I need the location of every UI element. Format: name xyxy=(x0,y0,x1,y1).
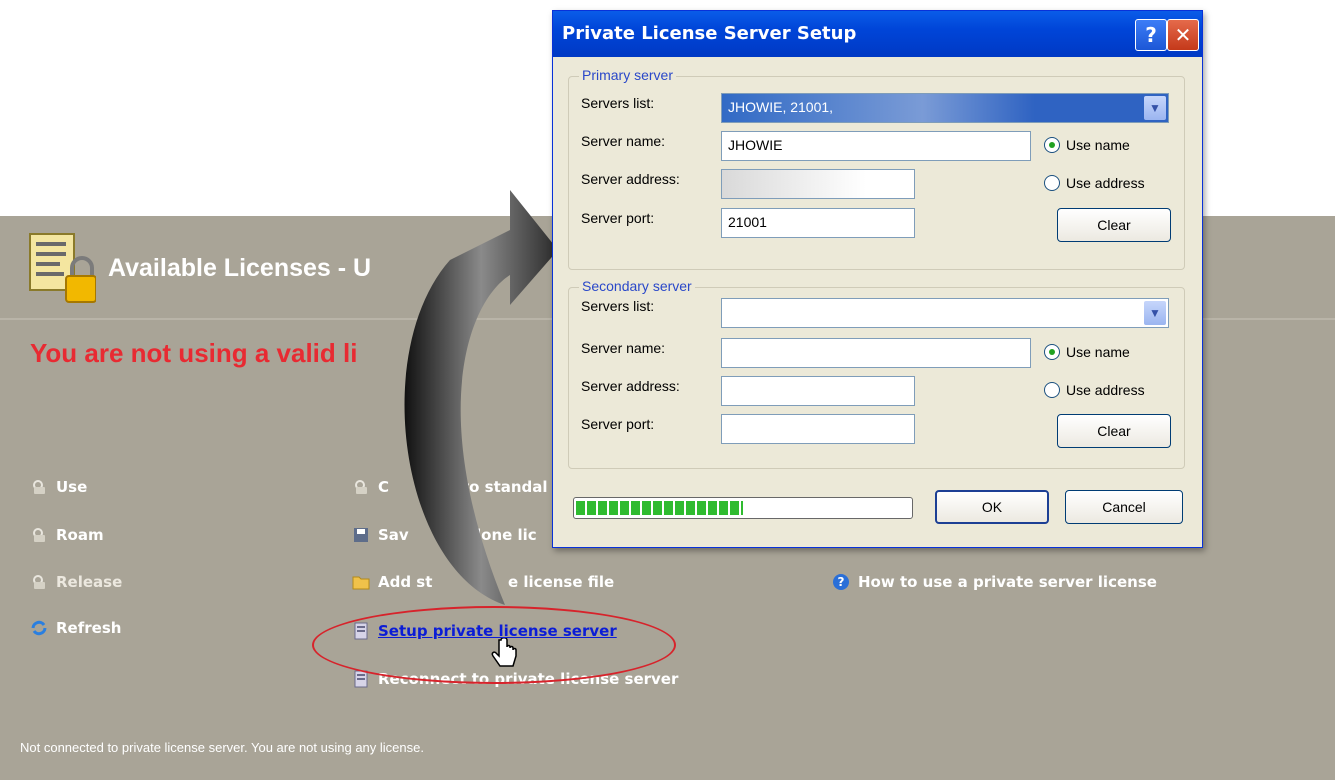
chevron-down-icon[interactable]: ▼ xyxy=(1144,301,1166,325)
refresh-label: Refresh xyxy=(56,619,122,637)
hand-cursor-icon xyxy=(491,638,517,667)
help-icon: ? xyxy=(832,573,850,591)
primary-use-address-label: Use address xyxy=(1066,175,1145,191)
save-icon xyxy=(352,526,370,544)
primary-server-address-field[interactable] xyxy=(721,169,915,199)
secondary-server-group: Secondary server Servers list: ▼ Server … xyxy=(568,278,1185,469)
primary-servers-list-value: JHOWIE, 21001, xyxy=(728,99,834,115)
license-warning[interactable]: You are not using a valid li xyxy=(30,338,357,369)
secondary-server-address-field[interactable] xyxy=(721,376,915,406)
secondary-use-name-label: Use name xyxy=(1066,344,1130,360)
use-label: Use xyxy=(56,478,88,496)
primary-server-address-label: Server address: xyxy=(581,171,680,187)
radio-unchecked-icon xyxy=(1044,382,1060,398)
svg-text:?: ? xyxy=(838,575,845,589)
secondary-server-port-field[interactable] xyxy=(721,414,915,444)
radio-checked-icon xyxy=(1044,137,1060,153)
how-to-label: How to use a private server license xyxy=(858,573,1157,591)
primary-group-label: Primary server xyxy=(579,67,677,83)
roam-action[interactable]: Roam xyxy=(30,526,104,544)
primary-server-group: Primary server Servers list: JHOWIE, 210… xyxy=(568,67,1185,270)
status-text: Not connected to private license server.… xyxy=(20,740,424,755)
curved-arrow-graphic xyxy=(404,190,558,605)
refresh-icon xyxy=(30,619,48,637)
secondary-use-address-label: Use address xyxy=(1066,382,1145,398)
secondary-server-port-label: Server port: xyxy=(581,416,655,432)
primary-server-name-field[interactable]: JHOWIE xyxy=(721,131,1031,161)
help-button[interactable]: ? xyxy=(1135,19,1167,51)
secondary-server-address-label: Server address: xyxy=(581,378,680,394)
chevron-down-icon[interactable]: ▼ xyxy=(1144,96,1166,120)
secondary-server-name-label: Server name: xyxy=(581,340,666,356)
primary-use-address-radio[interactable]: Use address xyxy=(1044,175,1145,191)
lock-icon xyxy=(30,526,48,544)
release-action[interactable]: Release xyxy=(30,573,122,591)
ok-button[interactable]: OK xyxy=(935,490,1049,524)
primary-server-name-label: Server name: xyxy=(581,133,666,149)
cancel-button[interactable]: Cancel xyxy=(1065,490,1183,524)
secondary-server-name-field[interactable] xyxy=(721,338,1031,368)
secondary-clear-button[interactable]: Clear xyxy=(1057,414,1171,448)
folder-icon xyxy=(352,573,370,591)
secondary-group-label: Secondary server xyxy=(579,278,695,294)
primary-server-port-label: Server port: xyxy=(581,210,655,226)
radio-unchecked-icon xyxy=(1044,175,1060,191)
lock-icon xyxy=(30,478,48,496)
primary-use-name-label: Use name xyxy=(1066,137,1130,153)
how-to-private-server-link[interactable]: ? How to use a private server license xyxy=(832,573,1157,591)
primary-clear-button[interactable]: Clear xyxy=(1057,208,1171,242)
primary-servers-list-combo[interactable]: JHOWIE, 21001, ▼ xyxy=(721,93,1169,123)
private-license-server-setup-dialog: Private License Server Setup ? ✕ Primary… xyxy=(552,10,1203,548)
radio-checked-icon xyxy=(1044,344,1060,360)
primary-server-port-field[interactable]: 21001 xyxy=(721,208,915,238)
dialog-title: Private License Server Setup xyxy=(562,23,857,44)
progress-fill xyxy=(576,501,743,515)
secondary-servers-list-combo[interactable]: ▼ xyxy=(721,298,1169,328)
use-action[interactable]: Use xyxy=(30,478,87,496)
secondary-servers-list-label: Servers list: xyxy=(581,298,655,314)
refresh-action[interactable]: Refresh xyxy=(30,619,121,637)
dialog-titlebar[interactable]: Private License Server Setup ? ✕ xyxy=(553,11,1202,57)
close-button[interactable]: ✕ xyxy=(1167,19,1199,51)
primary-servers-list-label: Servers list: xyxy=(581,95,655,111)
license-certificate-icon xyxy=(29,233,96,303)
roam-label: Roam xyxy=(56,526,104,544)
progress-bar xyxy=(573,497,913,519)
panel-title: Available Licenses - U xyxy=(108,254,372,282)
secondary-use-address-radio[interactable]: Use address xyxy=(1044,382,1145,398)
secondary-use-name-radio[interactable]: Use name xyxy=(1044,344,1130,360)
lock-icon xyxy=(30,573,48,591)
lock-icon xyxy=(352,478,370,496)
release-label: Release xyxy=(56,573,123,591)
primary-use-name-radio[interactable]: Use name xyxy=(1044,137,1130,153)
